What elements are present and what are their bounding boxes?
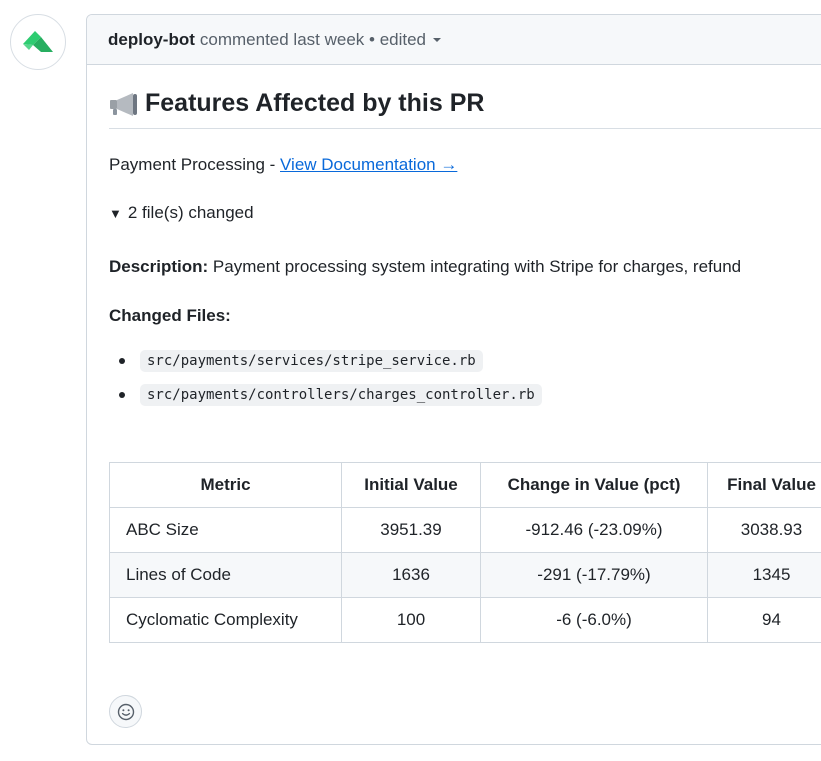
table-row: Cyclomatic Complexity 100 -6 (-6.0%) 94	[109, 597, 821, 643]
table-header: Metric	[109, 462, 342, 508]
table-cell: 1636	[341, 552, 481, 598]
view-documentation-link[interactable]: View Documentation →	[280, 155, 457, 174]
description: Description: Payment processing system i…	[109, 257, 821, 277]
deploy-bot-avatar-icon	[23, 31, 53, 52]
table-cell: 3951.39	[341, 507, 481, 553]
description-label: Description:	[109, 257, 209, 276]
table-header: Initial Value	[341, 462, 481, 508]
comment-meta[interactable]: commented last week • edited	[200, 30, 426, 50]
metrics-table: Metric Initial Value Change in Value (pc…	[109, 462, 821, 643]
comment-author[interactable]: deploy-bot	[108, 30, 195, 50]
avatar[interactable]	[10, 14, 66, 70]
table-header: Final Value	[707, 462, 821, 508]
description-text: Payment processing system integrating wi…	[208, 257, 742, 276]
feature-line: Payment Processing - View Documentation …	[109, 155, 821, 175]
smiley-icon	[117, 703, 134, 720]
table-header: Change in Value (pct)	[480, 462, 708, 508]
table-cell: Lines of Code	[109, 552, 342, 598]
list-item: src/payments/services/stripe_service.rb	[109, 344, 821, 378]
heading-text: Features Affected by this PR	[145, 89, 485, 117]
files-details-toggle[interactable]: ▼ 2 file(s) changed	[109, 203, 821, 223]
table-cell: ABC Size	[109, 507, 342, 553]
table-cell: Cyclomatic Complexity	[109, 597, 342, 643]
table-cell: 100	[341, 597, 481, 643]
comment-box: deploy-bot commented last week • edited …	[86, 14, 821, 745]
bullet	[119, 392, 125, 398]
table-cell: 1345	[707, 552, 821, 598]
changed-files-list: src/payments/services/stripe_service.rb …	[109, 344, 821, 412]
file-path: src/payments/services/stripe_service.rb	[140, 350, 483, 372]
comment-header: deploy-bot commented last week • edited	[87, 15, 821, 65]
table-cell: -6 (-6.0%)	[480, 597, 708, 643]
bullet	[119, 358, 125, 364]
table-cell: 3038.93	[707, 507, 821, 553]
comment-body: Features Affected by this PR Payment Pro…	[87, 89, 821, 643]
add-reaction-button[interactable]	[109, 695, 142, 728]
triangle-down-icon: ▼	[109, 206, 122, 221]
list-item: src/payments/controllers/charges_control…	[109, 378, 821, 412]
table-cell: -291 (-17.79%)	[480, 552, 708, 598]
page-title: Features Affected by this PR	[109, 89, 821, 129]
table-row: Lines of Code 1636 -291 (-17.79%) 1345	[109, 552, 821, 598]
changed-files-label: Changed Files:	[109, 306, 231, 325]
file-path: src/payments/controllers/charges_control…	[140, 384, 542, 406]
megaphone-icon	[109, 91, 139, 117]
feature-name: Payment Processing -	[109, 155, 281, 174]
table-header-row: Metric Initial Value Change in Value (pc…	[109, 462, 821, 508]
details-summary: 2 file(s) changed	[127, 203, 254, 222]
table-cell: 94	[707, 597, 821, 643]
table-row: ABC Size 3951.39 -912.46 (-23.09%) 3038.…	[109, 507, 821, 553]
table-cell: -912.46 (-23.09%)	[480, 507, 708, 553]
caret-down-icon[interactable]	[432, 36, 442, 44]
